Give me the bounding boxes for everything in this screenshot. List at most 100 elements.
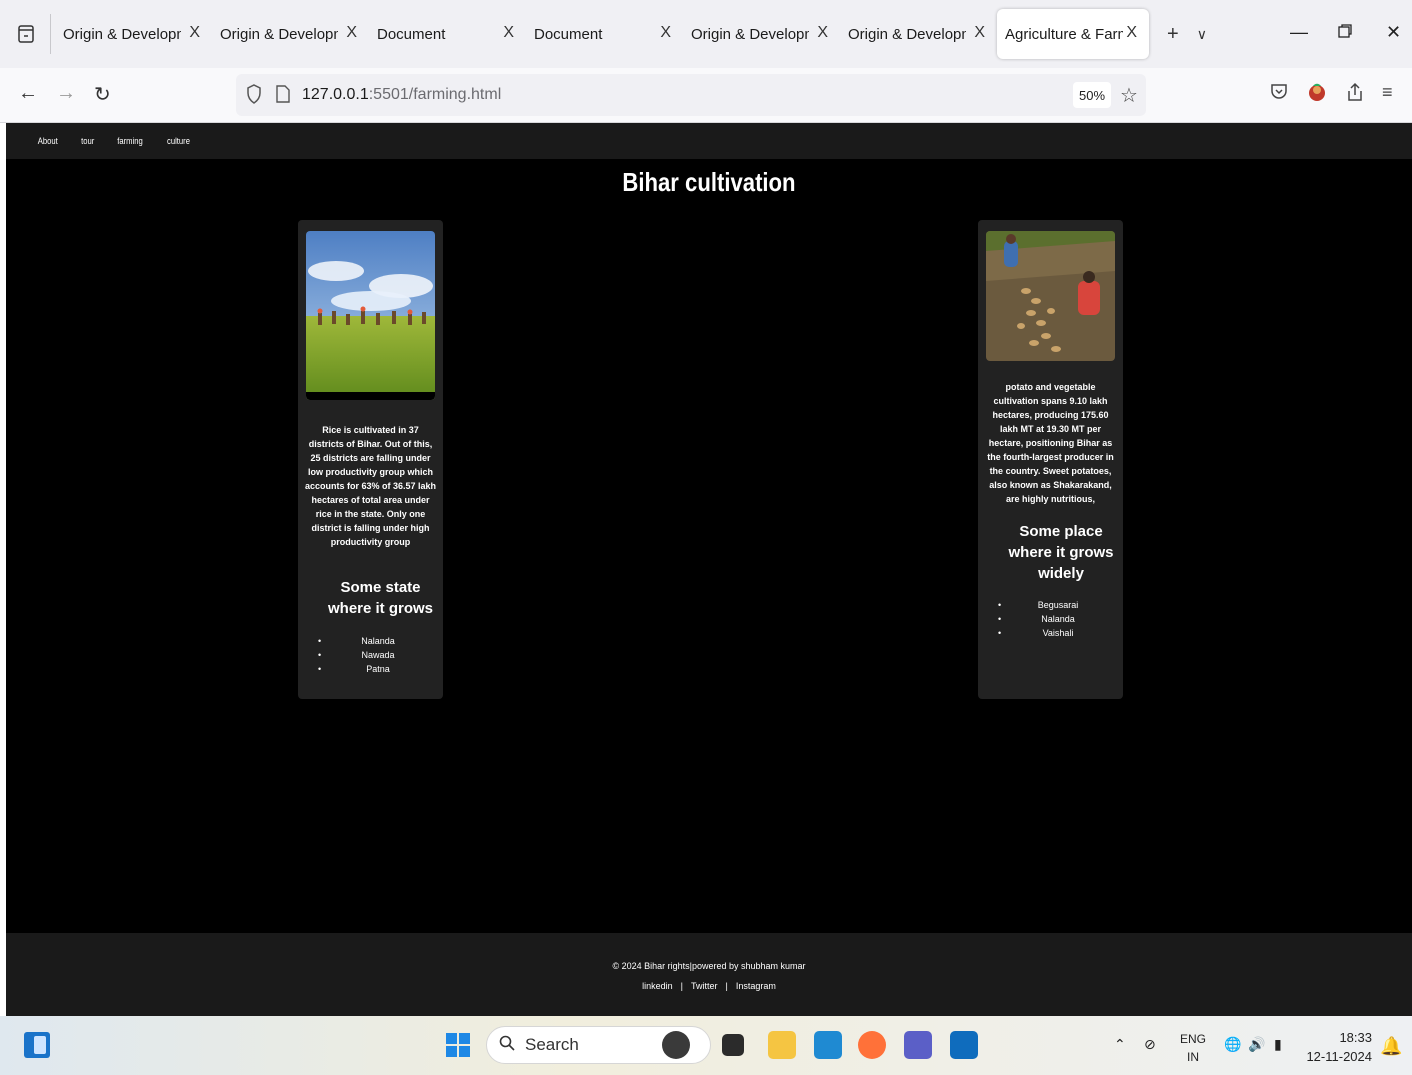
- url-path: :5501/farming.html: [368, 86, 502, 103]
- region-list: Nalanda Nawada Patna: [318, 634, 438, 676]
- pocket-icon[interactable]: [1270, 82, 1288, 105]
- browser-nav-bar: ← → ↻ 127.0.0.1:5501/farming.html 50% ☆: [0, 68, 1412, 123]
- tab[interactable]: Origin & Developmen X: [55, 9, 212, 59]
- reload-icon[interactable]: ↻: [94, 82, 111, 107]
- footer-separator: |: [680, 981, 683, 991]
- education-app-icon[interactable]: [662, 1031, 690, 1059]
- tab[interactable]: Origin & Developmen X: [212, 9, 369, 59]
- tab-active[interactable]: Agriculture & Farmin X: [997, 9, 1149, 59]
- language-indicator[interactable]: ENG IN: [1180, 1030, 1206, 1066]
- footer-copyright: © 2024 Bihar rights|powered by shubham k…: [612, 961, 806, 971]
- share-icon[interactable]: [1346, 82, 1364, 107]
- crop-region-heading: Some state where it grows: [327, 579, 434, 617]
- url-text: 127.0.0.1:5501/farming.html: [302, 86, 501, 104]
- crop-description: potato and vegetable cultivation spans 9…: [987, 382, 1114, 504]
- nav-link-culture[interactable]: culture: [167, 136, 190, 146]
- new-tab-icon[interactable]: +: [1167, 23, 1179, 46]
- taskbar: Search ⌃ ⊘ ENG IN 🌐 🔊 ▮ 18:33 12-11-2024 …: [0, 1016, 1412, 1075]
- restore-icon[interactable]: [1338, 22, 1352, 43]
- system-clock[interactable]: 18:33 12-11-2024: [1306, 1028, 1372, 1066]
- globe-icon[interactable]: 🌐: [1224, 1036, 1241, 1053]
- screen: Origin & Developmen X Origin & Developme…: [0, 0, 1412, 1075]
- url-bar[interactable]: 127.0.0.1:5501/farming.html 50% ☆: [236, 74, 1146, 116]
- tab-label: Origin & Developmen: [848, 25, 966, 43]
- search-icon: [499, 1035, 515, 1056]
- browser-tab-bar: Origin & Developmen X Origin & Developme…: [0, 0, 1412, 68]
- network-off-icon[interactable]: ⊘: [1144, 1036, 1156, 1053]
- url-host: 127.0.0.1: [302, 86, 369, 103]
- tab[interactable]: Document X: [526, 9, 683, 59]
- crop-region-heading: Some place where it grows widely: [1008, 523, 1114, 582]
- tab[interactable]: Document X: [369, 9, 526, 59]
- list-item: Nalanda: [318, 634, 438, 648]
- tab-close-icon[interactable]: X: [346, 24, 357, 42]
- tab-close-icon[interactable]: X: [974, 24, 985, 42]
- crop-description: Rice is cultivated in 37 districts of Bi…: [304, 425, 437, 547]
- battery-icon[interactable]: ▮: [1274, 1036, 1282, 1053]
- tab-close-icon[interactable]: X: [503, 24, 514, 42]
- site-footer: © 2024 Bihar rights|powered by shubham k…: [6, 933, 1412, 1016]
- list-item: Nawada: [318, 648, 438, 662]
- tab-label: Document: [534, 25, 603, 43]
- list-item: Nalanda: [998, 612, 1118, 626]
- minimize-icon[interactable]: —: [1290, 22, 1308, 43]
- crop-card-potato: potato and vegetable cultivation spans 9…: [978, 220, 1123, 699]
- clock-date: 12-11-2024: [1306, 1049, 1372, 1064]
- potato-harvest-image: [986, 231, 1115, 361]
- zoom-level[interactable]: 50%: [1073, 82, 1111, 108]
- list-item: Vaishali: [998, 626, 1118, 640]
- close-window-icon[interactable]: ✕: [1386, 22, 1401, 43]
- footer-separator: |: [725, 981, 728, 991]
- page-viewport: About tour farming culture Bihar cultiva…: [6, 123, 1412, 1016]
- tab-separator: [50, 14, 51, 54]
- tab-close-icon[interactable]: X: [1126, 24, 1137, 42]
- rice-field-image: [306, 231, 435, 400]
- region-list: Begusarai Nalanda Vaishali: [998, 598, 1118, 640]
- file-explorer-icon[interactable]: [768, 1031, 796, 1059]
- crop-card-rice: Rice is cultivated in 37 districts of Bi…: [298, 220, 443, 699]
- teams-icon[interactable]: [904, 1031, 932, 1059]
- tab-label: Origin & Developmen: [63, 25, 181, 43]
- shield-icon[interactable]: [246, 84, 262, 109]
- nav-link-about[interactable]: About: [38, 136, 58, 146]
- tab-close-icon[interactable]: X: [817, 24, 828, 42]
- menu-icon[interactable]: ≡: [1382, 82, 1393, 103]
- page-icon: [276, 85, 290, 108]
- site-nav: About tour farming culture: [6, 123, 1412, 159]
- page-title: Bihar cultivation: [622, 167, 796, 197]
- notification-bell-icon[interactable]: 🔔: [1380, 1036, 1402, 1057]
- search-placeholder: Search: [525, 1035, 579, 1054]
- firefox-icon[interactable]: [858, 1031, 886, 1059]
- tab[interactable]: Origin & Developmen X: [840, 9, 997, 59]
- volume-icon[interactable]: 🔊: [1248, 1036, 1265, 1053]
- bookmark-star-icon[interactable]: ☆: [1120, 83, 1138, 108]
- vscode-icon[interactable]: [814, 1031, 842, 1059]
- list-item: Begusarai: [998, 598, 1118, 612]
- start-icon[interactable]: [446, 1033, 470, 1057]
- chevron-up-icon[interactable]: ⌃: [1114, 1036, 1126, 1053]
- footer-link-instagram[interactable]: Instagram: [736, 981, 776, 991]
- region-code: IN: [1187, 1050, 1199, 1064]
- nav-link-tour[interactable]: tour: [81, 136, 94, 146]
- tab[interactable]: Origin & Developmen X: [683, 9, 840, 59]
- nav-link-farming[interactable]: farming: [117, 136, 143, 146]
- tab-label: Document: [377, 25, 446, 43]
- tab-label: Agriculture & Farmin: [1005, 25, 1123, 43]
- list-item: Patna: [318, 662, 438, 676]
- forward-icon[interactable]: →: [56, 82, 76, 105]
- tab-close-icon[interactable]: X: [189, 24, 200, 42]
- footer-link-linkedin[interactable]: linkedin: [642, 981, 673, 991]
- footer-links: linkedin | Twitter | Instagram: [6, 981, 1412, 991]
- account-avatar-icon[interactable]: [1308, 82, 1326, 107]
- tab-list-icon[interactable]: [4, 12, 48, 56]
- tab-close-icon[interactable]: X: [660, 24, 671, 42]
- widgets-icon[interactable]: [24, 1032, 50, 1058]
- footer-link-twitter[interactable]: Twitter: [691, 981, 718, 991]
- task-view-icon[interactable]: [722, 1034, 744, 1056]
- language-code: ENG: [1180, 1032, 1207, 1046]
- clock-time: 18:33: [1339, 1030, 1372, 1045]
- back-icon[interactable]: ←: [18, 82, 38, 105]
- chevron-down-icon[interactable]: ∨: [1197, 26, 1207, 43]
- tab-label: Origin & Developmen: [220, 25, 338, 43]
- outlook-icon[interactable]: [950, 1031, 978, 1059]
